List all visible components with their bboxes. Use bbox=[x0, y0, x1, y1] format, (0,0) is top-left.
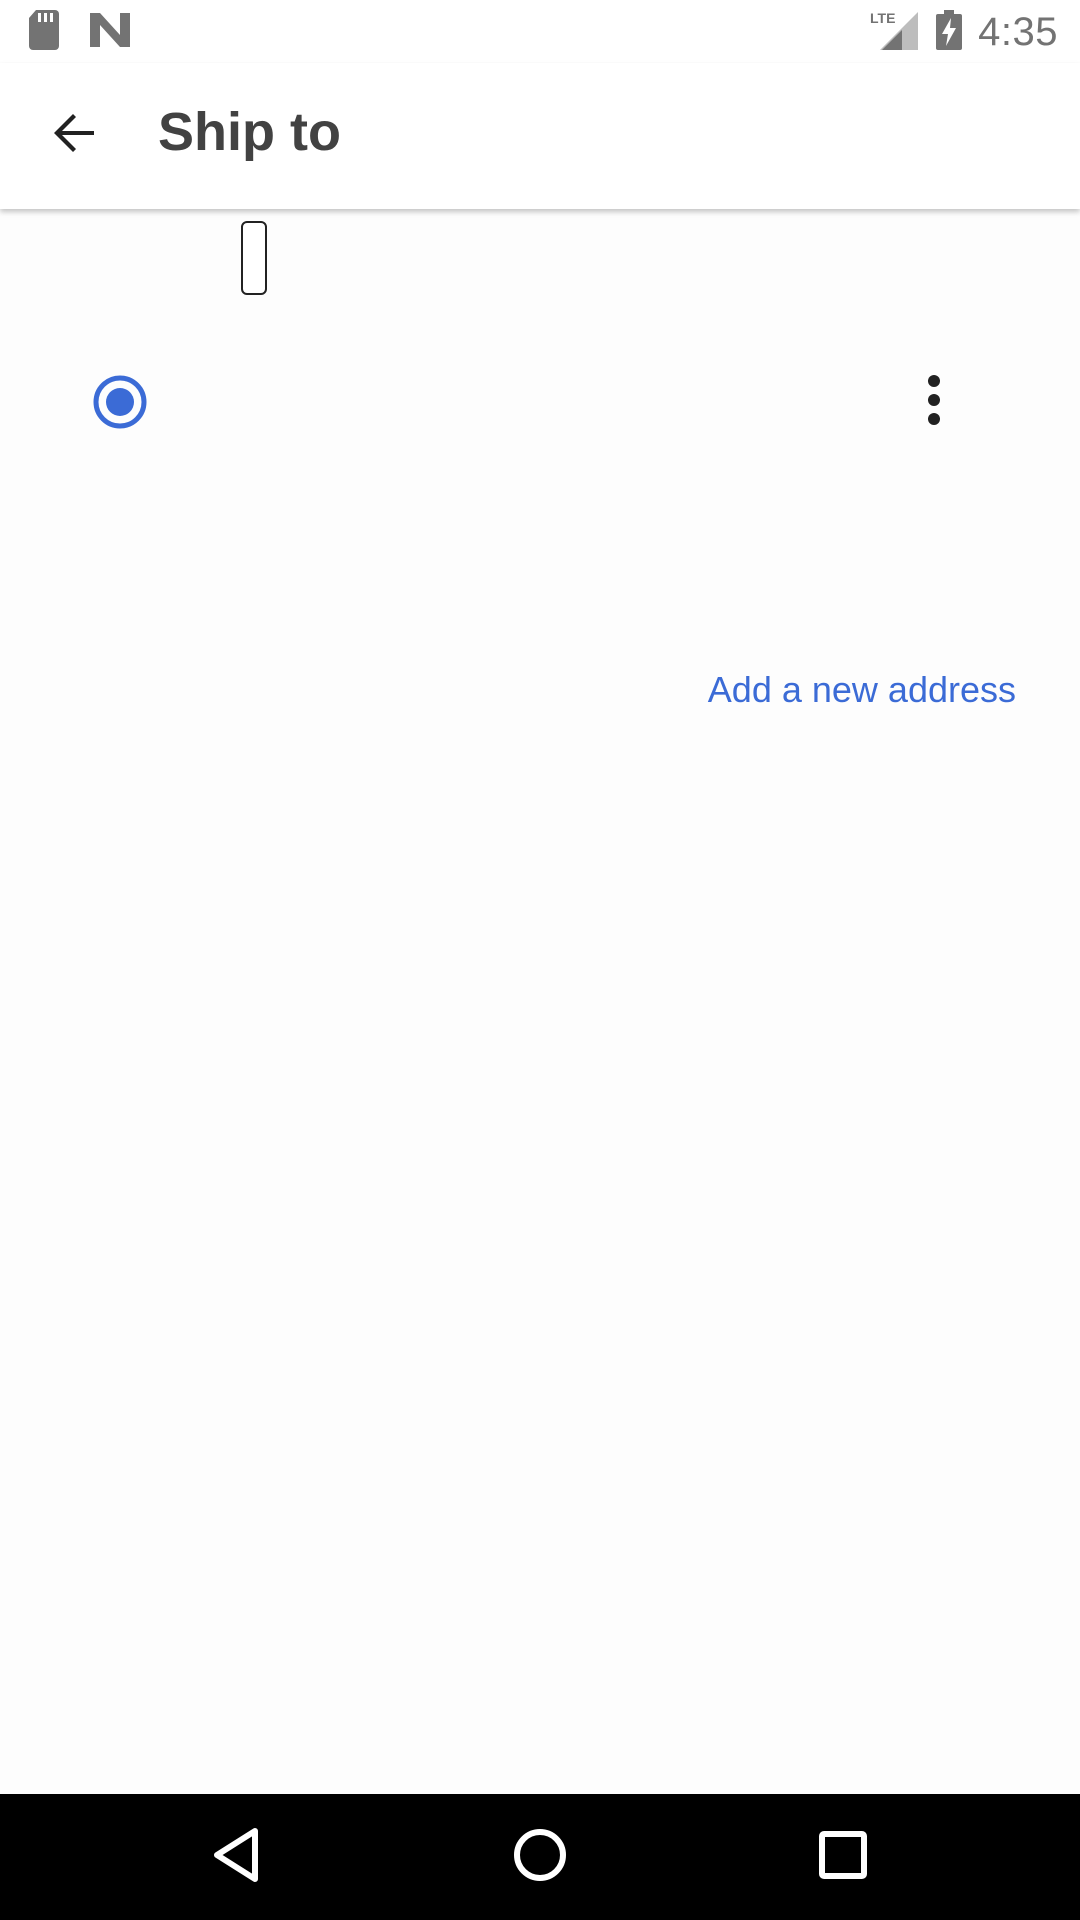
address-list-item[interactable] bbox=[0, 339, 1080, 469]
app-bar: Ship to bbox=[0, 63, 1080, 209]
sd-card-icon bbox=[28, 9, 60, 55]
status-left-icons bbox=[28, 9, 130, 55]
n-notification-icon bbox=[90, 12, 130, 52]
svg-text:LTE: LTE bbox=[870, 10, 895, 26]
add-new-address-link[interactable]: Add a new address bbox=[708, 669, 1016, 711]
recents-square-icon bbox=[819, 1830, 867, 1884]
back-button[interactable] bbox=[34, 95, 114, 175]
radio-selected-icon bbox=[93, 375, 147, 429]
back-triangle-icon bbox=[211, 1827, 261, 1888]
status-time: 4:35 bbox=[978, 9, 1058, 54]
more-vert-icon bbox=[926, 374, 942, 430]
system-nav-bar bbox=[0, 1794, 1080, 1920]
status-right-icons: LTE 4:35 bbox=[870, 8, 1058, 56]
screen: LTE 4:35 Ship to Add a new address bbox=[0, 0, 1080, 1920]
nav-recents-button[interactable] bbox=[807, 1821, 879, 1893]
status-bar: LTE 4:35 bbox=[0, 0, 1080, 63]
text-cursor-indicator bbox=[241, 221, 267, 295]
lte-signal-icon: LTE bbox=[870, 10, 920, 55]
nav-back-button[interactable] bbox=[200, 1821, 272, 1893]
page-title: Ship to bbox=[158, 102, 341, 162]
arrow-back-icon bbox=[50, 109, 98, 162]
address-radio-button[interactable] bbox=[92, 374, 148, 430]
address-content: Add a new address bbox=[0, 209, 1080, 1794]
home-circle-icon bbox=[513, 1828, 567, 1887]
nav-home-button[interactable] bbox=[504, 1821, 576, 1893]
address-more-button[interactable] bbox=[905, 369, 963, 435]
battery-charging-icon bbox=[936, 9, 963, 55]
